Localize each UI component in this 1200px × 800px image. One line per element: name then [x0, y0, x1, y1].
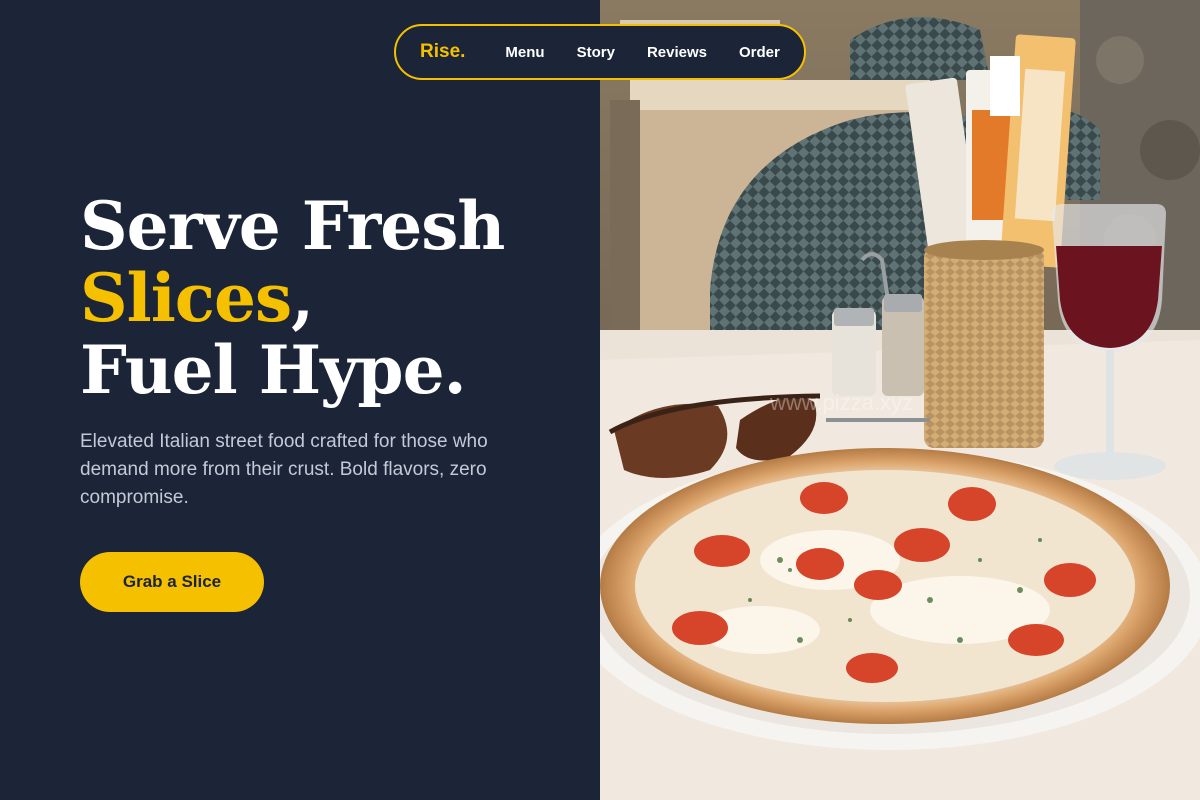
hero-description: Elevated Italian street food crafted for…	[80, 431, 488, 508]
nav-link-order[interactable]: Order	[739, 44, 780, 61]
pizza-photo: www.pizza.xyz	[600, 0, 1200, 800]
hero-title: Serve Fresh Slices, Fuel Hype.	[80, 187, 505, 409]
watermark-text: www.pizza.xyz	[769, 390, 913, 415]
nav-link-reviews[interactable]: Reviews	[647, 44, 707, 61]
hero-image: www.pizza.xyz	[600, 0, 1200, 800]
hero-panel: Serve Fresh Slices, Fuel Hype. Elevated …	[0, 0, 600, 800]
main-nav: Rise. Menu Story Reviews Order	[394, 24, 806, 80]
hero-title-comma: ,	[291, 259, 314, 337]
hero-title-line-1: Serve Fresh	[80, 187, 505, 265]
brand-logo[interactable]: Rise.	[420, 41, 465, 63]
grab-a-slice-button[interactable]: Grab a Slice	[80, 552, 264, 612]
nav-links: Menu Story Reviews Order	[505, 44, 779, 61]
hero-title-line-3: Fuel Hype.	[80, 331, 467, 409]
nav-link-menu[interactable]: Menu	[505, 44, 544, 61]
nav-link-story[interactable]: Story	[577, 44, 615, 61]
hero-title-accent: Slices	[80, 259, 292, 337]
